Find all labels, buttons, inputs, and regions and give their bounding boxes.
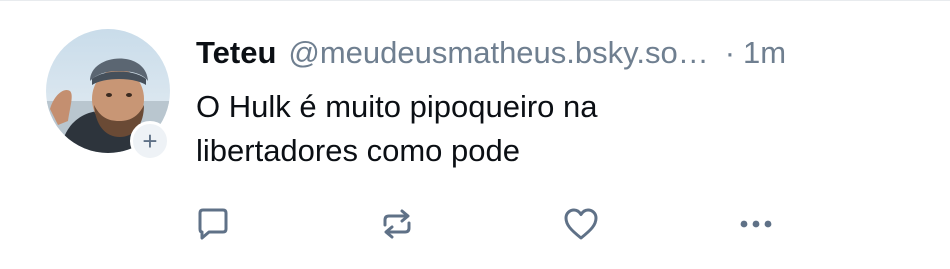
- avatar-container[interactable]: +: [46, 29, 170, 161]
- follow-plus-button[interactable]: +: [130, 121, 170, 161]
- more-icon: [740, 220, 772, 228]
- post-timestamp[interactable]: 1m: [743, 31, 786, 75]
- more-options-button[interactable]: [734, 202, 778, 246]
- reply-icon: [198, 208, 228, 240]
- repost-button[interactable]: [375, 202, 419, 246]
- heart-icon: [564, 208, 598, 240]
- reply-button[interactable]: [191, 202, 235, 246]
- separator-dot: ·: [724, 35, 736, 70]
- author-handle[interactable]: @meudeusmatheus.bsky.so…: [288, 31, 708, 75]
- repost-icon: [383, 209, 411, 239]
- plus-icon: +: [142, 126, 158, 156]
- post-item[interactable]: + Teteu @meudeusmatheus.bsky.so… · 1m O …: [0, 0, 950, 269]
- post-text: O Hulk é muito pipoqueiro na libertadore…: [196, 89, 598, 168]
- like-button[interactable]: [559, 202, 603, 246]
- post-header: Teteu @meudeusmatheus.bsky.so… · 1m: [196, 31, 786, 75]
- author-display-name[interactable]: Teteu: [196, 31, 276, 75]
